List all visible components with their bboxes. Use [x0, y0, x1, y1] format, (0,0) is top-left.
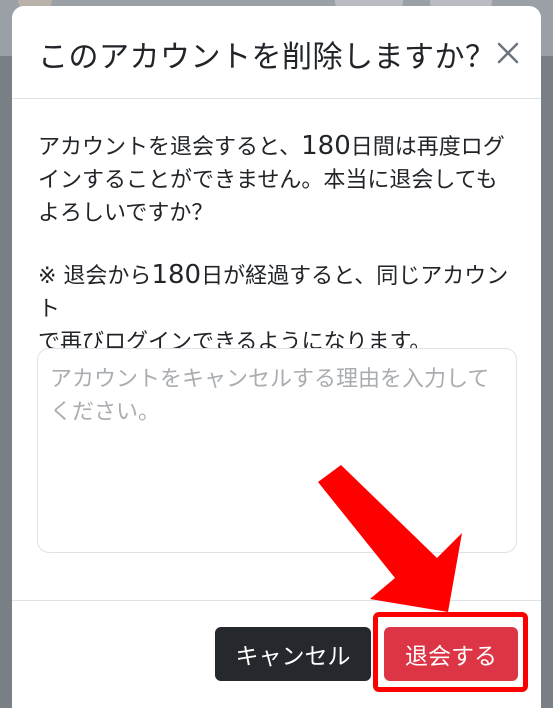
close-icon	[497, 42, 519, 64]
warning-message-text: インすることができません。本当に退会しても	[38, 168, 498, 193]
warning-message-text: アカウントを退会すると、	[38, 135, 302, 160]
close-button[interactable]	[493, 38, 523, 68]
relogin-note: ※ 退会から180日が経過すると、同じアカウント で再びログインできるようになりま…	[38, 259, 518, 359]
reason-field	[37, 348, 517, 553]
dialog-title: このアカウントを削除しますか？	[38, 40, 496, 75]
warning-message-text: 日間は再度ログ	[350, 135, 505, 160]
delete-account-dialog: このアカウントを削除しますか？ アカウントを退会すると、180日間は再度ログ イン…	[12, 6, 541, 708]
cancel-button[interactable]: キャンセル	[215, 627, 371, 681]
warning-message: アカウントを退会すると、180日間は再度ログインすることができません。本当に退会…	[38, 130, 518, 230]
warning-days-number: 180	[301, 131, 351, 161]
dialog-header: このアカウントを削除しますか？	[12, 6, 541, 99]
dialog-body: アカウントを退会すると、180日間は再度ログ インすることができません。本当に退会…	[12, 99, 541, 600]
note-days-number: 180	[151, 260, 202, 290]
warning-message-text: よろしいですか？	[38, 201, 214, 226]
withdraw-highlight-frame	[373, 612, 528, 692]
note-text: ※ 退会から	[38, 264, 152, 289]
reason-textarea[interactable]	[50, 363, 510, 543]
